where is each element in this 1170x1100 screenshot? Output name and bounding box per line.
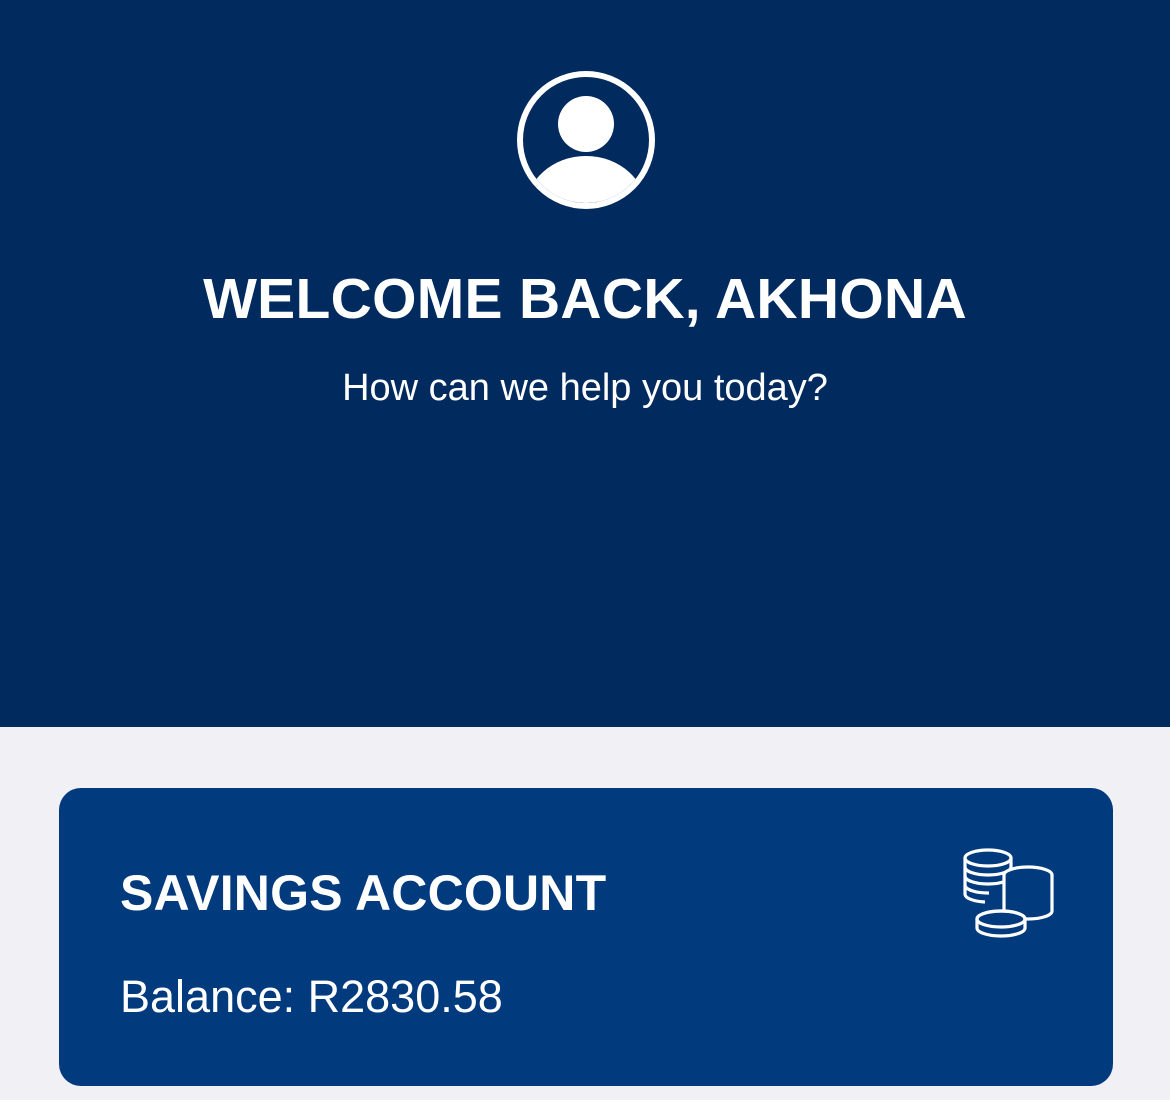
coins-stack-icon <box>961 848 1057 940</box>
savings-account-card[interactable]: SAVINGS ACCOUNT Balance: R2830.58 <box>59 788 1113 1086</box>
user-avatar-icon[interactable] <box>515 69 657 211</box>
home-screen: WELCOME BACK, AKHONA How can we help you… <box>0 0 1170 1100</box>
welcome-subtitle: How can we help you today? <box>342 367 828 409</box>
account-title: SAVINGS ACCOUNT <box>120 865 607 921</box>
welcome-heading: WELCOME BACK, AKHONA <box>203 267 967 331</box>
welcome-header: WELCOME BACK, AKHONA How can we help you… <box>0 0 1170 727</box>
account-balance: Balance: R2830.58 <box>120 971 503 1022</box>
